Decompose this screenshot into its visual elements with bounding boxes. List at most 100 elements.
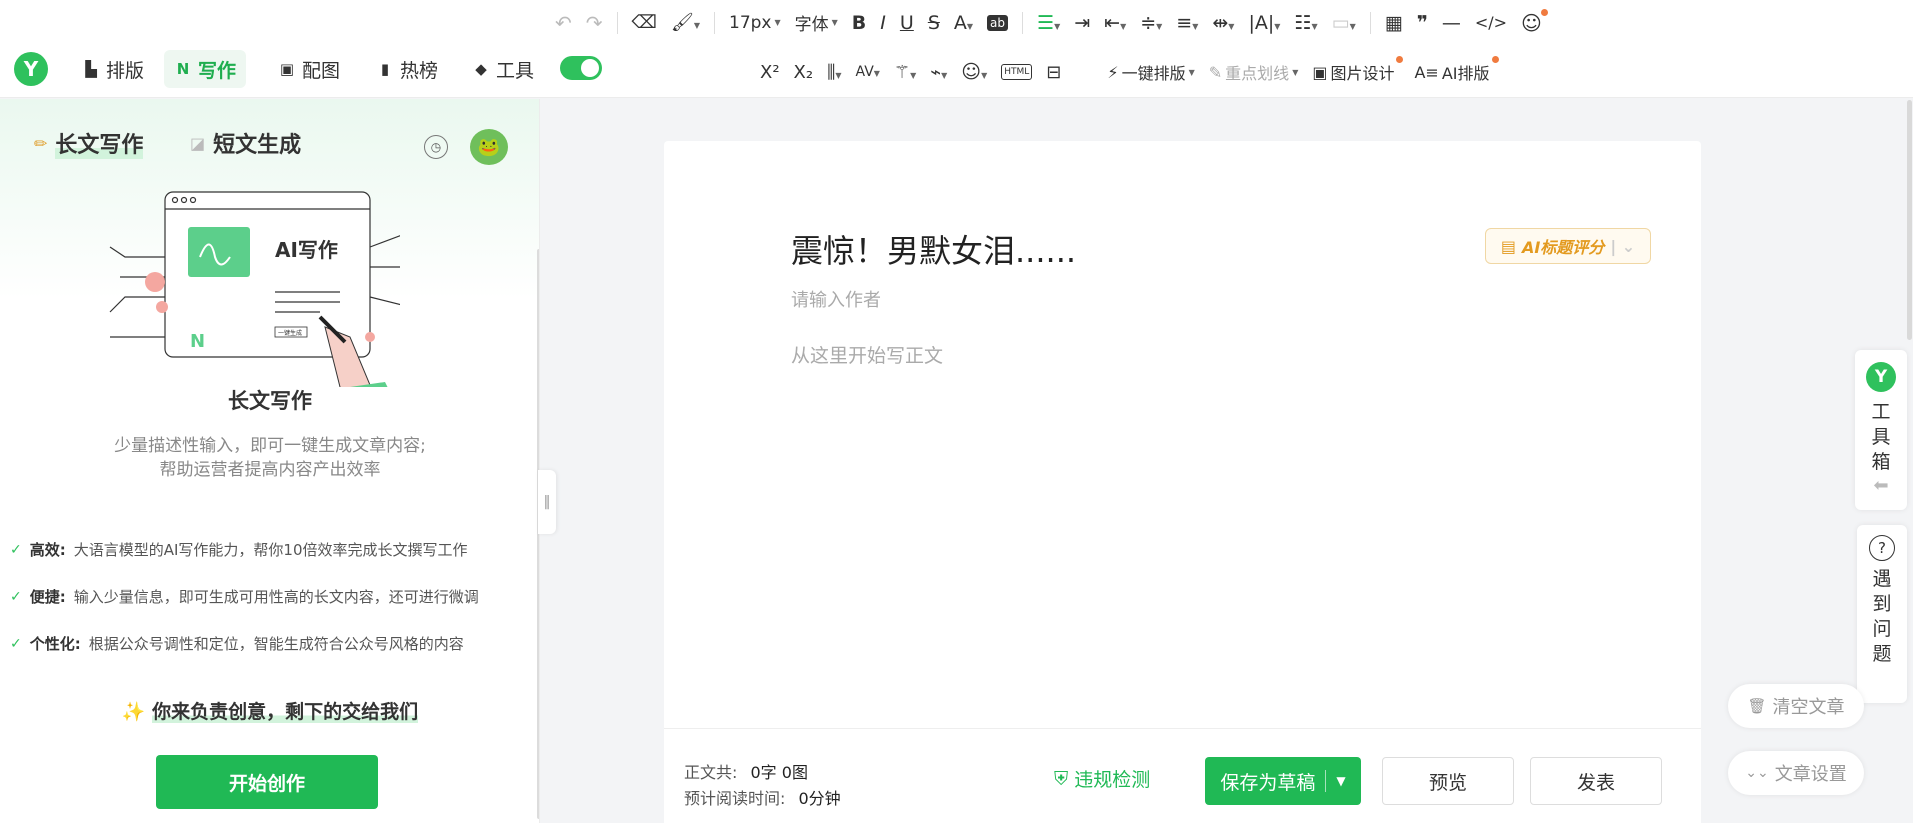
trash-icon: 🗑 xyxy=(1747,697,1767,715)
text-direction-icon[interactable]: |A|▼ xyxy=(1248,12,1280,34)
outdent-icon[interactable]: ⇤▼ xyxy=(1104,12,1126,34)
toolbox-label-char: 箱 xyxy=(1871,451,1891,473)
pen-icon: ✎ xyxy=(1208,62,1223,82)
eraser-icon: ◪ xyxy=(190,133,206,153)
nav-item-label: 热榜 xyxy=(400,59,439,82)
arrow-left-icon: ⬅ xyxy=(1873,475,1889,496)
code-icon[interactable]: </> xyxy=(1475,13,1507,32)
slogan-text: 你来负责创意，剩下的交给我们 xyxy=(152,701,419,723)
clear-article-button[interactable]: 🗑 清空文章 xyxy=(1728,684,1864,728)
word-count: 正文共: 0字 0图 xyxy=(684,759,808,783)
list-icon[interactable]: ☷▼ xyxy=(1294,12,1317,34)
font-size-select[interactable]: 17px ▼ xyxy=(729,13,781,33)
nav-item-images[interactable]: ▣ 配图 xyxy=(268,50,350,88)
superscript-icon[interactable]: X² xyxy=(760,62,780,83)
format-painter-icon[interactable]: 🖌▼ xyxy=(671,12,700,33)
italic-icon[interactable]: I xyxy=(880,12,886,34)
article-title-input[interactable]: 震惊！男默女泪...... xyxy=(791,226,1076,272)
undo-icon[interactable]: ↶ xyxy=(555,11,572,35)
paragraph-spacing-icon[interactable]: ≡▼ xyxy=(1176,12,1198,34)
help-label-char: 题 xyxy=(1872,643,1892,665)
read-time: 预计阅读时间: 0分钟 xyxy=(684,785,841,809)
article-body-editor[interactable]: 从这里开始写正文 xyxy=(791,341,943,368)
check-icon: ✓ xyxy=(10,635,22,652)
html-icon[interactable]: HTML xyxy=(1001,64,1033,80)
compliance-check-button[interactable]: ⛨ 违规检测 xyxy=(1054,765,1150,792)
page-scrollbar[interactable] xyxy=(1907,100,1912,340)
compliance-check-label: 违规检测 xyxy=(1074,769,1151,791)
illustration-title: AI写作 xyxy=(275,238,338,262)
sticker-icon[interactable]: ☺▼ xyxy=(961,61,987,83)
tab-label: 短文生成 xyxy=(213,133,302,158)
help-label-char: 问 xyxy=(1872,618,1892,640)
magic-wand-icon[interactable]: ⚚▼ xyxy=(894,62,916,83)
history-icon[interactable]: ◷ xyxy=(424,135,448,159)
author-input[interactable]: 请输入作者 xyxy=(791,286,881,312)
feature-desc: 大语言模型的AI写作能力，帮你10倍效率完成长文撰写工作 xyxy=(73,541,468,559)
preview-button[interactable]: 预览 xyxy=(1382,757,1514,805)
tab-label: 长文写作 xyxy=(55,127,144,159)
nav-item-trending[interactable]: ▮ 热榜 xyxy=(366,50,448,88)
nav-item-write[interactable]: N 写作 xyxy=(164,50,247,88)
ordered-list-icon[interactable]: ▭▼ xyxy=(1332,12,1356,34)
help-label-char: 遇 xyxy=(1872,568,1892,590)
highlight-line-button[interactable]: ✎ 重点划线 ▼ xyxy=(1209,60,1299,84)
emoji-icon[interactable]: ☺ xyxy=(1521,8,1548,35)
font-size-value: 17px xyxy=(729,12,772,33)
feature-title: 长文写作 xyxy=(228,389,312,413)
save-draft-button[interactable]: 保存为草稿 ▼ xyxy=(1205,757,1361,805)
app-logo[interactable]: Y xyxy=(14,52,48,86)
strikethrough-icon[interactable]: S xyxy=(928,12,940,34)
divider xyxy=(1369,11,1371,34)
image-design-button[interactable]: ▣ 图片设计 xyxy=(1312,56,1404,84)
cube-icon: ◆ xyxy=(475,60,487,78)
feature-row: ✓ 高效: 大语言模型的AI写作能力，帮你10倍效率完成长文撰写工作 xyxy=(10,539,530,560)
ai-write-icon: N xyxy=(176,60,190,78)
font-family-select[interactable]: 字体 ▼ xyxy=(795,10,838,35)
eraser-icon[interactable]: ⌫ xyxy=(632,12,657,33)
chevron-down-icon[interactable]: ▼ xyxy=(1336,774,1345,788)
image-design-label: 图片设计 xyxy=(1330,64,1395,83)
chart-icon[interactable]: ⌁▼ xyxy=(930,62,947,83)
start-creating-button[interactable]: 开始创作 xyxy=(156,755,378,809)
char-spacing-icon[interactable]: AV▼ xyxy=(856,64,880,80)
dropdown-divider xyxy=(1325,770,1327,792)
ai-layout-button[interactable]: A≡ AI排版 xyxy=(1414,56,1499,84)
subscript-icon[interactable]: X₂ xyxy=(794,62,814,83)
indent-icon[interactable]: ⇥ xyxy=(1074,12,1090,34)
letter-spacing-icon[interactable]: ⇹▼ xyxy=(1212,12,1234,34)
nav-item-layout[interactable]: ▙ 排版 xyxy=(72,50,154,88)
publish-button[interactable]: 发表 xyxy=(1530,757,1662,805)
ai-title-score-button[interactable]: ▤ AI标题评分 | ⌄ xyxy=(1485,228,1651,264)
line-height-icon[interactable]: ≑▼ xyxy=(1140,12,1162,34)
mode-toggle[interactable] xyxy=(560,56,602,80)
word-count-label: 正文共: xyxy=(684,763,738,782)
quote-icon[interactable]: ❞ xyxy=(1417,12,1428,34)
tab-short-generation[interactable]: ◪ 短文生成 xyxy=(190,127,301,159)
read-time-value: 0分钟 xyxy=(798,789,841,808)
bold-icon[interactable]: B xyxy=(852,12,866,34)
align-icon[interactable]: ☰▼ xyxy=(1037,12,1060,34)
font-color-icon[interactable]: A▼ xyxy=(954,12,973,34)
tab-long-writing[interactable]: ✏ 长文写作 xyxy=(34,127,144,159)
divider xyxy=(1022,11,1024,34)
table-icon[interactable]: ▦ xyxy=(1385,12,1403,34)
redo-icon[interactable]: ↷ xyxy=(586,11,603,35)
panel-collapse-handle[interactable]: ‖ xyxy=(538,470,556,534)
toolbox-icon[interactable]: ⊟ xyxy=(1046,62,1061,83)
nav-item-label: 排版 xyxy=(106,59,145,82)
frog-avatar[interactable]: 🐸 xyxy=(470,129,508,165)
underline-icon[interactable]: U xyxy=(900,12,914,34)
horizontal-rule-icon[interactable]: — xyxy=(1442,12,1461,34)
toolbox-panel[interactable]: Y 工 具 箱 ⬅ xyxy=(1855,350,1907,510)
font-family-value: 字体 xyxy=(794,15,829,35)
one-click-layout-button[interactable]: ⚡ 一键排版 ▼ xyxy=(1107,60,1194,84)
help-panel[interactable]: ? 遇 到 问 题 xyxy=(1857,525,1907,703)
nav-item-tools[interactable]: ◆ 工具 xyxy=(462,50,544,88)
background-color-icon[interactable]: ab xyxy=(987,14,1009,31)
column-layout-icon[interactable]: ⫼▼ xyxy=(827,62,841,83)
image-icon: ▣ xyxy=(279,60,295,78)
article-settings-button[interactable]: ⌄⌄ 文章设置 xyxy=(1728,751,1864,795)
panel-scrollbar[interactable] xyxy=(537,249,539,819)
ai-title-score-label: AI标题评分 xyxy=(1521,238,1605,257)
